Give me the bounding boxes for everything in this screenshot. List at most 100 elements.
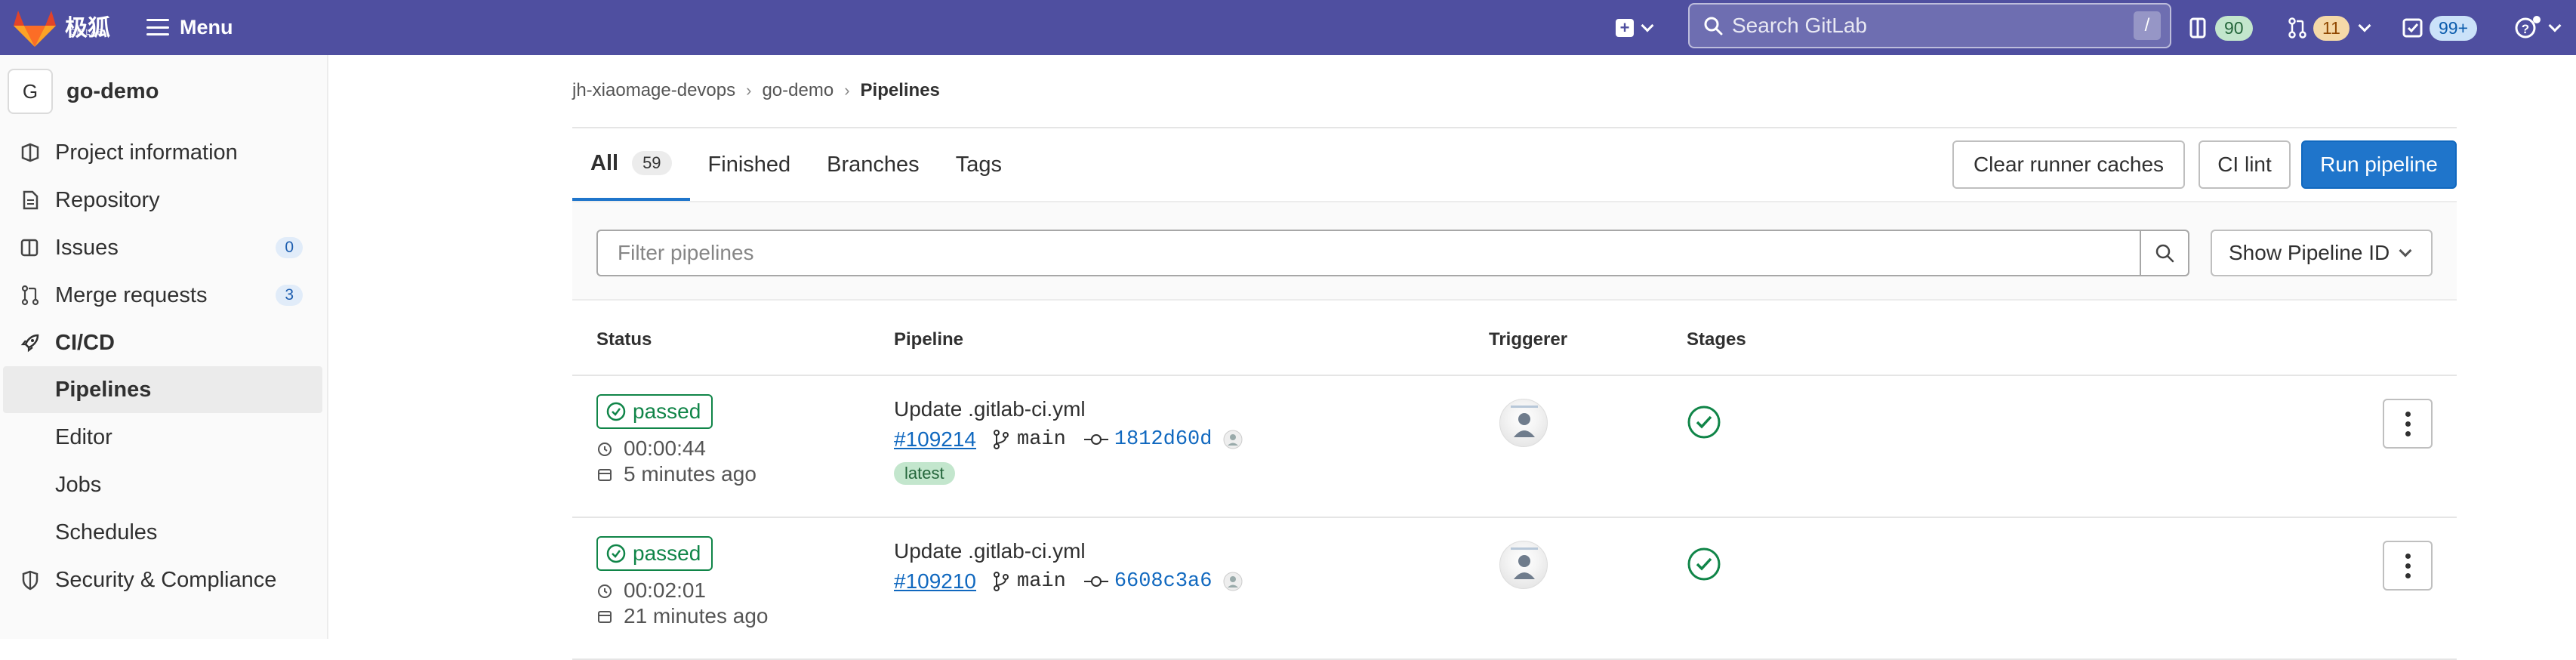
hamburger-icon xyxy=(146,19,169,35)
new-dropdown-button[interactable]: + xyxy=(1616,14,1654,42)
issues-nav-button[interactable]: 90 xyxy=(2189,13,2253,43)
column-header-stages: Stages xyxy=(1687,329,1746,350)
search-placeholder: Search GitLab xyxy=(1732,14,1867,37)
finished-value: 21 minutes ago xyxy=(624,604,769,628)
run-pipeline-button[interactable]: Run pipeline xyxy=(2301,140,2457,189)
tab-tags[interactable]: Tags xyxy=(938,128,1020,201)
triggerer-avatar[interactable] xyxy=(1499,541,1548,589)
pipeline-commit-title[interactable]: Update .gitlab-ci.yml xyxy=(894,539,1086,563)
filter-search-button[interactable] xyxy=(2141,230,2189,276)
menu-button[interactable]: Menu xyxy=(140,12,239,42)
logo-subtext: GITLAB xyxy=(69,28,104,37)
sidebar: G go-demo Project information Repository… xyxy=(0,55,328,639)
sidebar-item-security-compliance[interactable]: Security & Compliance xyxy=(0,557,322,603)
triggerer-avatar[interactable] xyxy=(1499,399,1548,447)
merge-requests-count-badge: 11 xyxy=(2313,15,2350,41)
plus-square-icon: + xyxy=(1616,19,1634,37)
tab-finished[interactable]: Finished xyxy=(690,128,809,201)
tab-label: All xyxy=(590,150,619,175)
status-badge[interactable]: passed xyxy=(596,536,713,571)
sidebar-subitem-label: Pipelines xyxy=(55,377,152,402)
merge-requests-count-badge: 3 xyxy=(276,285,303,306)
merge-requests-nav-button[interactable]: 11 xyxy=(2288,13,2371,43)
status-success-icon xyxy=(606,402,626,421)
sidebar-subitem-label: Editor xyxy=(55,424,112,449)
tab-count-badge: 59 xyxy=(632,151,672,175)
tab-branches[interactable]: Branches xyxy=(809,128,938,201)
chevron-down-icon xyxy=(2548,19,2562,32)
duration: 00:00:44 xyxy=(596,436,706,461)
help-menu-button[interactable]: ? xyxy=(2514,13,2562,43)
row-actions-kebab-button[interactable] xyxy=(2383,399,2433,449)
issues-icon xyxy=(2189,17,2206,39)
show-pipeline-id-dropdown[interactable]: Show Pipeline ID xyxy=(2211,230,2433,276)
tanuki-logo-icon xyxy=(14,11,56,47)
duration: 00:02:01 xyxy=(596,578,706,603)
stage-passed-icon[interactable] xyxy=(1687,547,1721,581)
help-icon: ? xyxy=(2515,16,2541,39)
sidebar-item-ci-cd[interactable]: CI/CD xyxy=(0,319,322,366)
tab-label: Tags xyxy=(955,152,1002,177)
project-header[interactable]: G go-demo xyxy=(8,69,159,114)
branch-icon xyxy=(994,430,1009,449)
user-avatar-icon xyxy=(1511,406,1538,437)
author-avatar-icon xyxy=(1223,572,1243,591)
clear-runner-caches-button[interactable]: Clear runner caches xyxy=(1952,140,2185,189)
project-info-icon xyxy=(21,143,39,162)
commit-sha-link[interactable]: 1812d60d xyxy=(1114,428,1213,451)
breadcrumb-current[interactable]: Pipelines xyxy=(861,80,940,101)
sidebar-subitem-label: Schedules xyxy=(55,520,158,544)
stage-passed-icon[interactable] xyxy=(1687,405,1721,439)
sidebar-item-merge-requests[interactable]: Merge requests 3 xyxy=(0,272,322,319)
timer-icon xyxy=(598,443,612,456)
filter-pipelines-input[interactable]: Filter pipelines xyxy=(596,230,2141,276)
branch-name[interactable]: main xyxy=(1017,570,1066,593)
table-row: passed 00:00:44 5 minutes ago Update .gi… xyxy=(572,376,2457,518)
sidebar-subitem-jobs[interactable]: Jobs xyxy=(0,461,322,508)
author-avatar-icon xyxy=(1223,430,1243,449)
sidebar-item-label: CI/CD xyxy=(55,330,115,355)
row-actions-kebab-button[interactable] xyxy=(2383,541,2433,591)
search-input[interactable]: Search GitLab / xyxy=(1688,3,2171,48)
status-label: passed xyxy=(633,399,701,423)
status-label: passed xyxy=(633,541,701,565)
tab-label: Finished xyxy=(707,152,791,177)
chevron-down-icon xyxy=(2399,244,2412,258)
issues-count-badge: 0 xyxy=(276,237,303,258)
search-icon xyxy=(1704,17,1723,35)
pipeline-id-link[interactable]: #109214 xyxy=(894,427,976,452)
tab-all[interactable]: All 59 xyxy=(572,128,690,201)
commit-icon xyxy=(1083,576,1108,587)
filter-bar: Filter pipelines Show Pipeline ID xyxy=(572,201,2457,301)
timer-icon xyxy=(598,584,612,598)
commit-sha-link[interactable]: 6608c3a6 xyxy=(1114,570,1213,593)
sidebar-item-label: Issues xyxy=(55,235,119,260)
breadcrumb-project-link[interactable]: go-demo xyxy=(762,80,834,101)
breadcrumb-group-link[interactable]: jh-xiaomage-devops xyxy=(572,80,735,101)
sidebar-item-label: Project information xyxy=(55,140,238,165)
sidebar-subitem-schedules[interactable]: Schedules xyxy=(0,509,322,556)
sidebar-item-label: Repository xyxy=(55,187,160,212)
chevron-right-icon: › xyxy=(746,81,752,100)
pipeline-id-link[interactable]: #109210 xyxy=(894,569,976,594)
status-badge[interactable]: passed xyxy=(596,394,713,429)
tab-label: Branches xyxy=(827,152,920,177)
pipeline-info: #109210 main 6608c3a6 xyxy=(894,569,1243,594)
chevron-down-icon xyxy=(2358,19,2371,32)
project-avatar: G xyxy=(8,69,53,114)
todos-nav-button[interactable]: 99+ xyxy=(2402,13,2478,43)
sidebar-item-label: Security & Compliance xyxy=(55,567,277,592)
merge-request-icon xyxy=(21,285,39,306)
sidebar-subitem-editor[interactable]: Editor xyxy=(0,414,322,461)
sidebar-item-project-information[interactable]: Project information xyxy=(0,129,322,176)
sidebar-item-repository[interactable]: Repository xyxy=(0,177,322,224)
pipeline-commit-title[interactable]: Update .gitlab-ci.yml xyxy=(894,397,1086,421)
issues-count-badge: 90 xyxy=(2215,15,2253,41)
ci-lint-button[interactable]: CI lint xyxy=(2199,140,2291,189)
sidebar-subitem-pipelines[interactable]: Pipelines xyxy=(3,366,322,413)
branch-icon xyxy=(994,572,1009,591)
branch-name[interactable]: main xyxy=(1017,428,1066,451)
sidebar-item-issues[interactable]: Issues 0 xyxy=(0,224,322,271)
column-header-triggerer: Triggerer xyxy=(1489,329,1568,350)
todo-checkbox-icon xyxy=(2402,18,2423,38)
